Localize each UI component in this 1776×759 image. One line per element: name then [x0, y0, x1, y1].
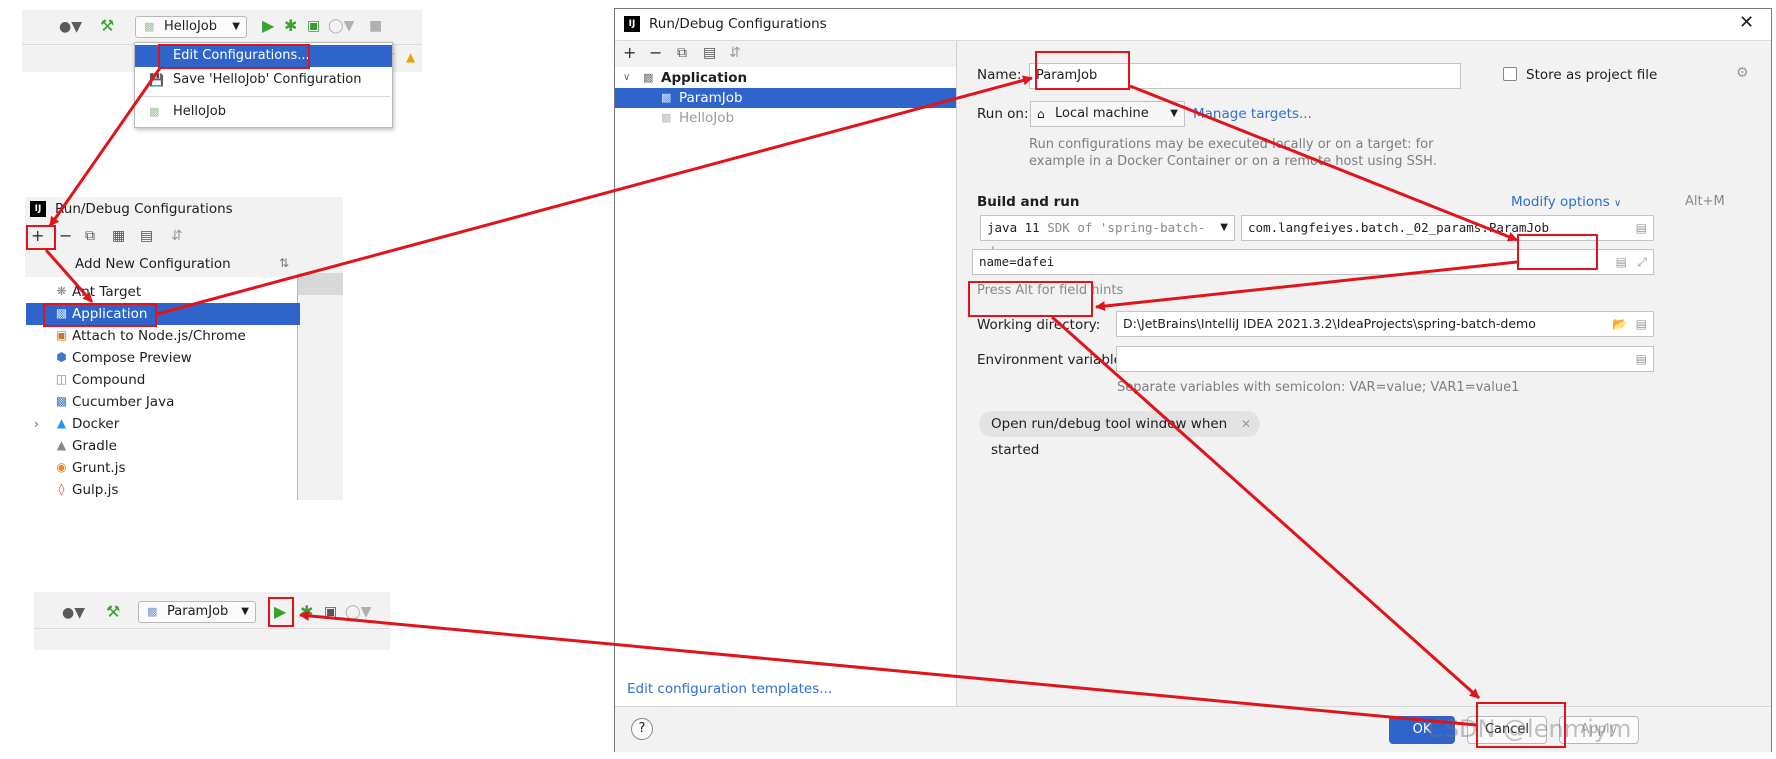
- arrow-args-to-ok: [1051, 315, 1480, 700]
- arrow-add-to-application: [44, 249, 94, 303]
- arrow-application-to-name: [156, 75, 1033, 316]
- arrow-main-class-to-args: [1095, 260, 1518, 312]
- arrow-name-to-main-class: [1129, 84, 1518, 242]
- arrow-ok-to-run: [299, 610, 1477, 727]
- annotation-arrows: [44, 67, 1518, 727]
- arrow-edit-to-add: [48, 67, 162, 227]
